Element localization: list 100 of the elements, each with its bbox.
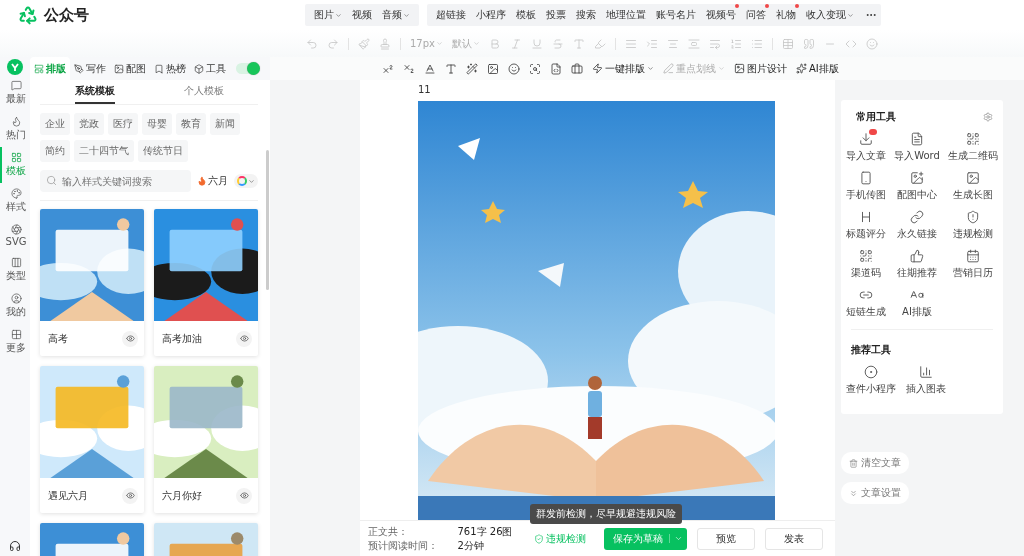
ordered-list-icon[interactable] [730, 37, 742, 50]
template-card[interactable]: 高考 [40, 209, 144, 356]
tool-item[interactable]: 手机传图 [846, 171, 886, 202]
insert-menu-item[interactable]: 搜索 [571, 8, 601, 22]
template-tab[interactable]: 系统模板 [74, 80, 115, 104]
image-icon[interactable] [487, 62, 499, 75]
insert-menu-item[interactable]: 视频 [347, 8, 377, 22]
tool-item[interactable]: 标题评分 [846, 210, 886, 241]
panel-tab[interactable]: 热榜 [150, 57, 190, 80]
sidebar-item[interactable]: 我的 [0, 288, 30, 324]
category-chip[interactable]: 母婴 [142, 113, 172, 135]
panel-tab[interactable]: 写作 [70, 57, 110, 80]
category-chip[interactable]: 教育 [176, 113, 206, 135]
quote-icon[interactable] [803, 37, 815, 50]
tool-item[interactable]: 永久链接 [894, 210, 940, 241]
sidebar-item[interactable]: 样式 [0, 183, 30, 219]
tool-item[interactable]: 渠道码 [846, 249, 886, 280]
text-style-icon[interactable] [424, 62, 436, 75]
template-card[interactable]: 遇见六月 [40, 366, 144, 513]
side-action-button[interactable]: 文章设置 [841, 482, 909, 504]
tool-item[interactable]: 生成长图 [948, 171, 998, 202]
sidebar-item[interactable]: 最新 [0, 75, 30, 111]
category-chip[interactable]: 简约 [40, 140, 70, 162]
category-chip[interactable]: 党政 [74, 113, 104, 135]
undo-icon[interactable] [306, 37, 318, 50]
category-chip[interactable]: 传统节日 [138, 140, 188, 162]
category-chip[interactable]: 二十四节气 [74, 140, 134, 162]
list-icon[interactable] [751, 37, 763, 50]
tool-item[interactable]: 查件小程序 [846, 365, 896, 396]
preview-icon[interactable] [122, 330, 138, 347]
tool-item[interactable]: 往期推荐 [894, 249, 940, 280]
table-icon[interactable] [782, 37, 794, 50]
italic-icon[interactable] [510, 37, 522, 50]
tool-item[interactable]: AI排版 [894, 288, 940, 319]
insert-menu-item[interactable]: 投票 [541, 8, 571, 22]
tool-item[interactable]: 导入文章 [846, 132, 886, 163]
layout-tool[interactable]: 一键排版 [592, 61, 654, 76]
strikethrough-icon[interactable] [552, 37, 564, 50]
insert-menu-item[interactable]: 地理位置 [601, 8, 651, 22]
briefcase-icon[interactable] [571, 62, 583, 75]
line-height-icon[interactable] [709, 37, 721, 50]
panel-tab[interactable]: 工具 [190, 57, 230, 80]
html-icon[interactable] [550, 62, 562, 75]
sidebar-item[interactable]: 更多 [0, 324, 30, 360]
hot-tag[interactable]: 六月 [197, 174, 228, 188]
layout-tool[interactable]: 图片设计 [734, 61, 787, 76]
template-tab[interactable]: 个人模板 [183, 80, 224, 104]
side-action-button[interactable]: 清空文章 [841, 452, 909, 474]
scrollbar[interactable] [265, 150, 269, 290]
insert-menu-item[interactable]: 视频号 [701, 8, 741, 22]
insert-menu-item[interactable]: 礼物 [771, 8, 801, 22]
subscript-icon[interactable] [403, 62, 415, 75]
tool-item[interactable]: 生成二维码 [948, 132, 998, 163]
insert-menu-item[interactable]: 模板 [511, 8, 541, 22]
category-chip[interactable]: 企业 [40, 113, 70, 135]
font-color-icon[interactable] [573, 37, 585, 50]
highlighter-icon[interactable] [594, 37, 606, 50]
insert-menu-item[interactable]: 超链接 [431, 8, 471, 22]
preview-button[interactable]: 预览 [697, 527, 755, 550]
tool-item[interactable]: 导入Word [894, 132, 940, 163]
insert-menu-item[interactable]: 小程序 [471, 8, 511, 22]
preview-icon[interactable] [236, 330, 252, 347]
align-center-icon[interactable] [667, 37, 679, 50]
insert-menu-item[interactable]: 图片 [309, 8, 347, 22]
underline-icon[interactable] [531, 37, 543, 50]
preview-icon[interactable] [122, 487, 138, 504]
publish-button[interactable]: 发表 [765, 527, 823, 550]
emoji-icon[interactable] [508, 62, 520, 75]
wand-icon[interactable] [466, 62, 478, 75]
sidebar-item[interactable]: 类型 [0, 252, 30, 288]
settings-icon[interactable] [983, 112, 993, 122]
tool-item[interactable]: 插入图表 [906, 365, 946, 396]
insert-menu-item[interactable]: 问答 [741, 8, 771, 22]
template-card[interactable]: 高考加油 [154, 209, 258, 356]
headset-icon[interactable] [9, 540, 21, 552]
tool-item[interactable]: 配图中心 [894, 171, 940, 202]
spacing-icon[interactable] [688, 37, 700, 50]
color-filter[interactable] [234, 174, 258, 188]
preview-icon[interactable] [236, 487, 252, 504]
template-card[interactable]: 六月你好 [154, 366, 258, 513]
stamp-icon[interactable] [379, 37, 391, 50]
insert-menu-item[interactable]: 收入变现 [801, 8, 859, 22]
layout-tool[interactable]: AI排版 [796, 61, 839, 76]
align-icon[interactable] [625, 37, 637, 50]
insert-menu-item[interactable]: 音频 [377, 8, 415, 22]
superscript-icon[interactable] [382, 62, 394, 75]
brush-icon[interactable] [358, 37, 370, 50]
tool-item[interactable]: 短链生成 [846, 288, 886, 319]
category-chip[interactable]: 医疗 [108, 113, 138, 135]
panel-toggle[interactable] [236, 63, 258, 74]
find-icon[interactable] [529, 62, 541, 75]
bold-icon[interactable] [489, 37, 501, 50]
panel-tab[interactable]: 配图 [110, 57, 150, 80]
insert-menu-item[interactable]: 账号名片 [651, 8, 701, 22]
indent-icon[interactable] [646, 37, 658, 50]
sidebar-item[interactable]: 热门 [0, 111, 30, 147]
tool-item[interactable]: 营销日历 [948, 249, 998, 280]
category-chip[interactable]: 新闻 [210, 113, 240, 135]
redo-icon[interactable] [327, 37, 339, 50]
sidebar-item[interactable]: SVG [0, 219, 30, 252]
